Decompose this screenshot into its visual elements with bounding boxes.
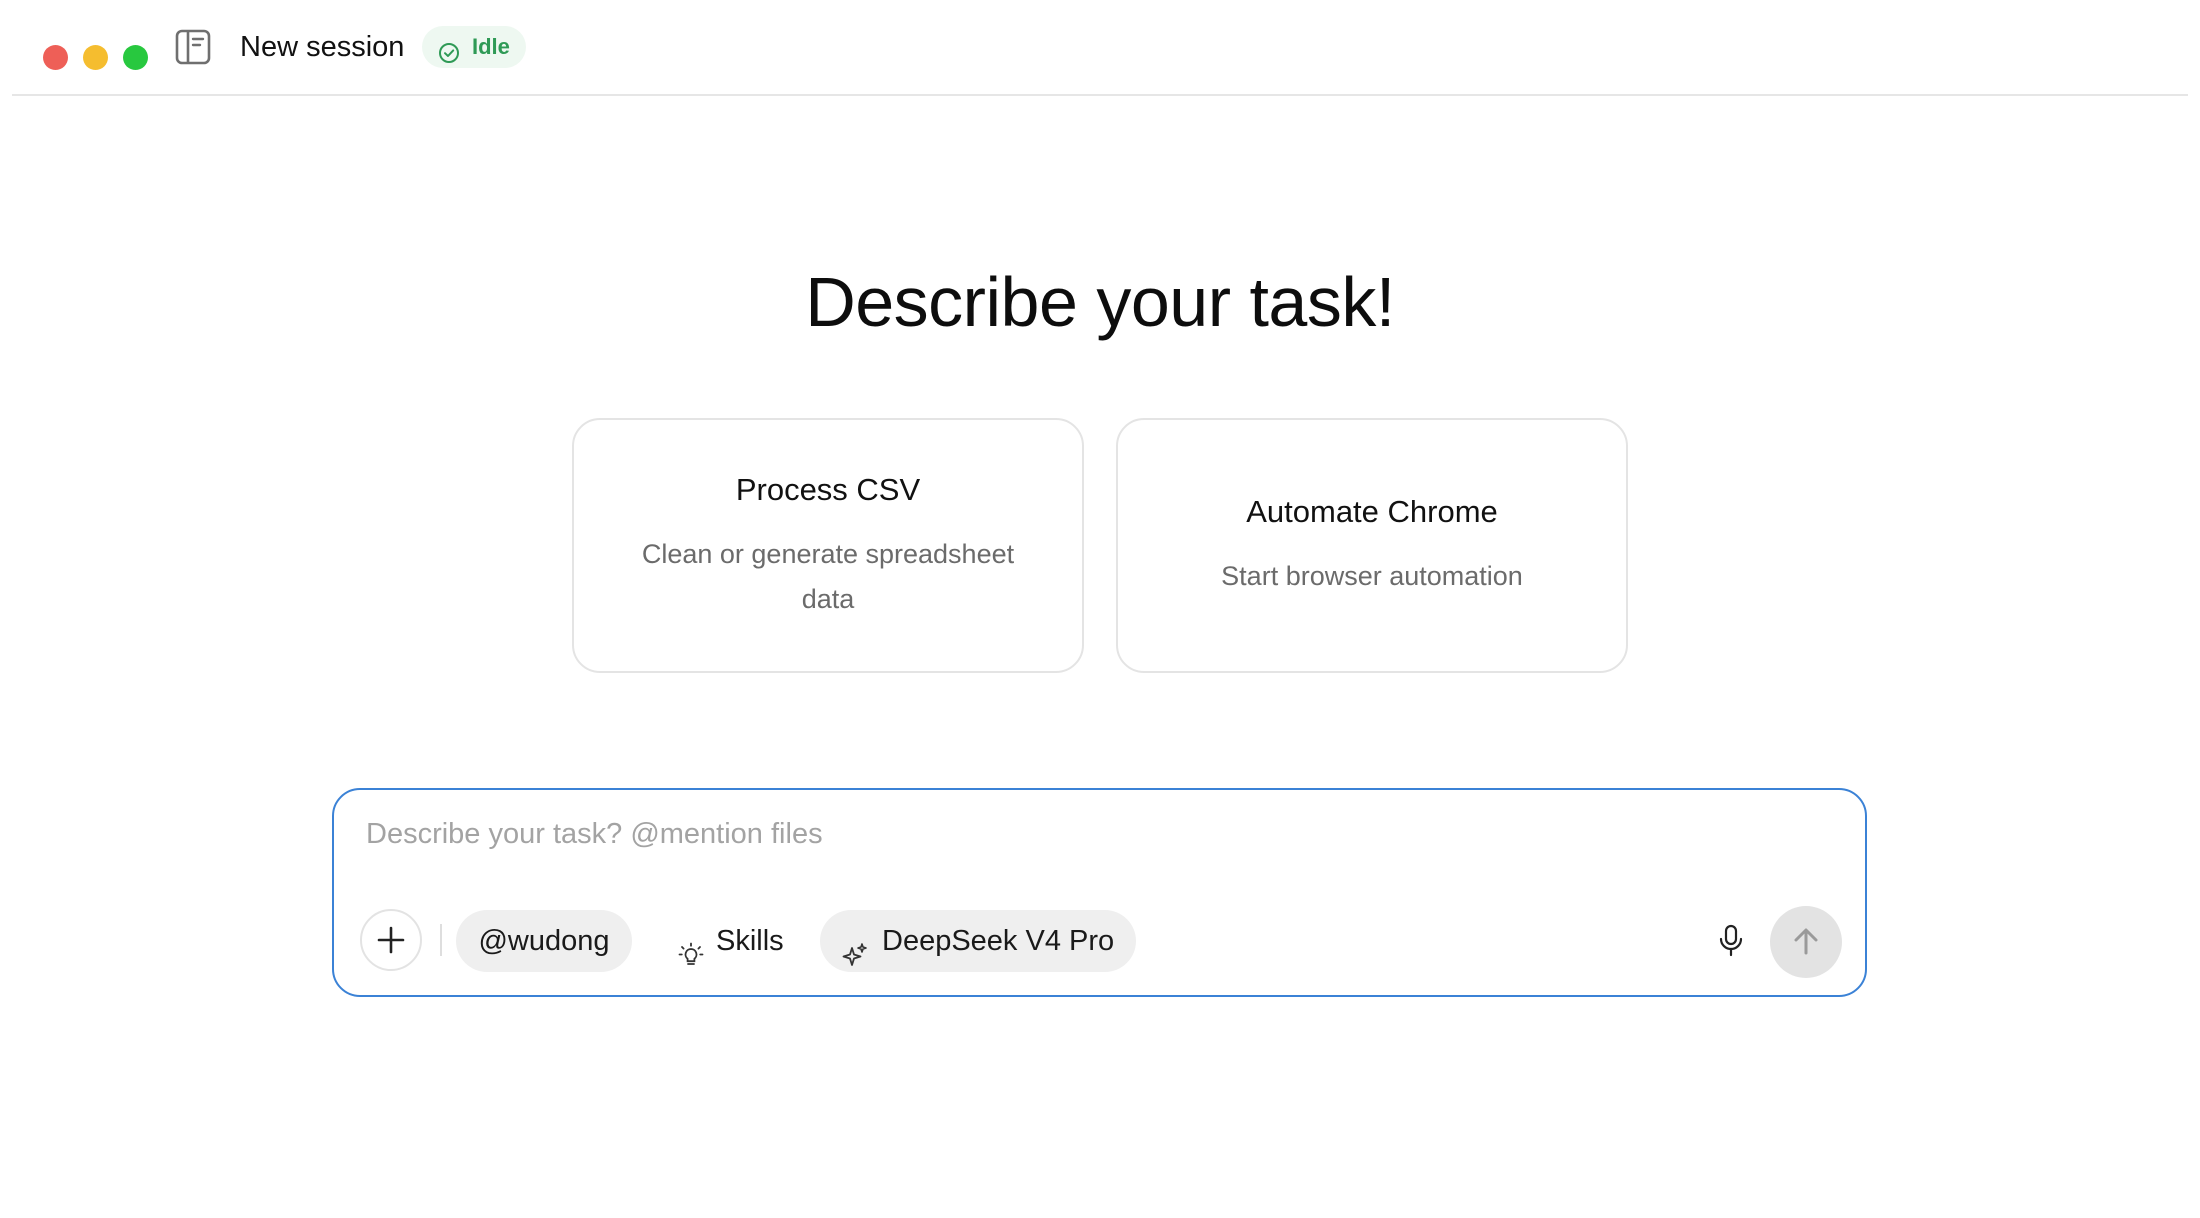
skills-label: Skills <box>716 925 784 957</box>
check-circle-icon <box>438 36 460 63</box>
plus-icon <box>377 926 405 954</box>
status-label: Idle <box>472 34 510 59</box>
sidebar-toggle-icon[interactable] <box>174 28 212 66</box>
send-button[interactable] <box>1770 906 1842 978</box>
app-window: New session Idle Describe your task! Pro… <box>0 0 2200 1218</box>
model-label: DeepSeek V4 Pro <box>882 925 1115 957</box>
page-heading: Describe your task! <box>805 263 1395 341</box>
maximize-window-button[interactable] <box>123 45 148 70</box>
title-bar: New session Idle <box>12 0 2188 96</box>
microphone-icon <box>1719 924 1743 957</box>
card-description: Start browser automation <box>1221 561 1523 591</box>
mention-chip[interactable]: @wudong <box>456 910 632 972</box>
card-title: Process CSV <box>735 471 921 507</box>
sparkles-icon <box>842 928 868 966</box>
card-title: Automate Chrome <box>1246 494 1498 529</box>
task-composer: @wudong Skills <box>332 788 1867 997</box>
model-selector[interactable]: DeepSeek V4 Pro <box>820 910 1136 972</box>
minimize-window-button[interactable] <box>83 45 108 70</box>
card-description: Clean or generate spreadsheet data <box>641 538 1015 614</box>
close-window-button[interactable] <box>43 45 68 70</box>
voice-input-button[interactable] <box>1704 914 1758 968</box>
toolbar-divider <box>440 924 442 956</box>
suggestion-card-process-csv[interactable]: Process CSV Clean or generate spreadshee… <box>572 418 1084 673</box>
task-input[interactable] <box>366 812 1826 856</box>
add-attachment-button[interactable] <box>360 909 422 971</box>
skills-button[interactable]: Skills <box>670 910 800 972</box>
suggestion-card-automate-chrome[interactable]: Automate Chrome Start browser automation <box>1116 418 1628 673</box>
session-title: New session <box>240 31 405 63</box>
status-badge: Idle <box>422 26 526 68</box>
arrow-up-icon <box>1794 928 1818 955</box>
lightbulb-icon <box>678 928 704 965</box>
